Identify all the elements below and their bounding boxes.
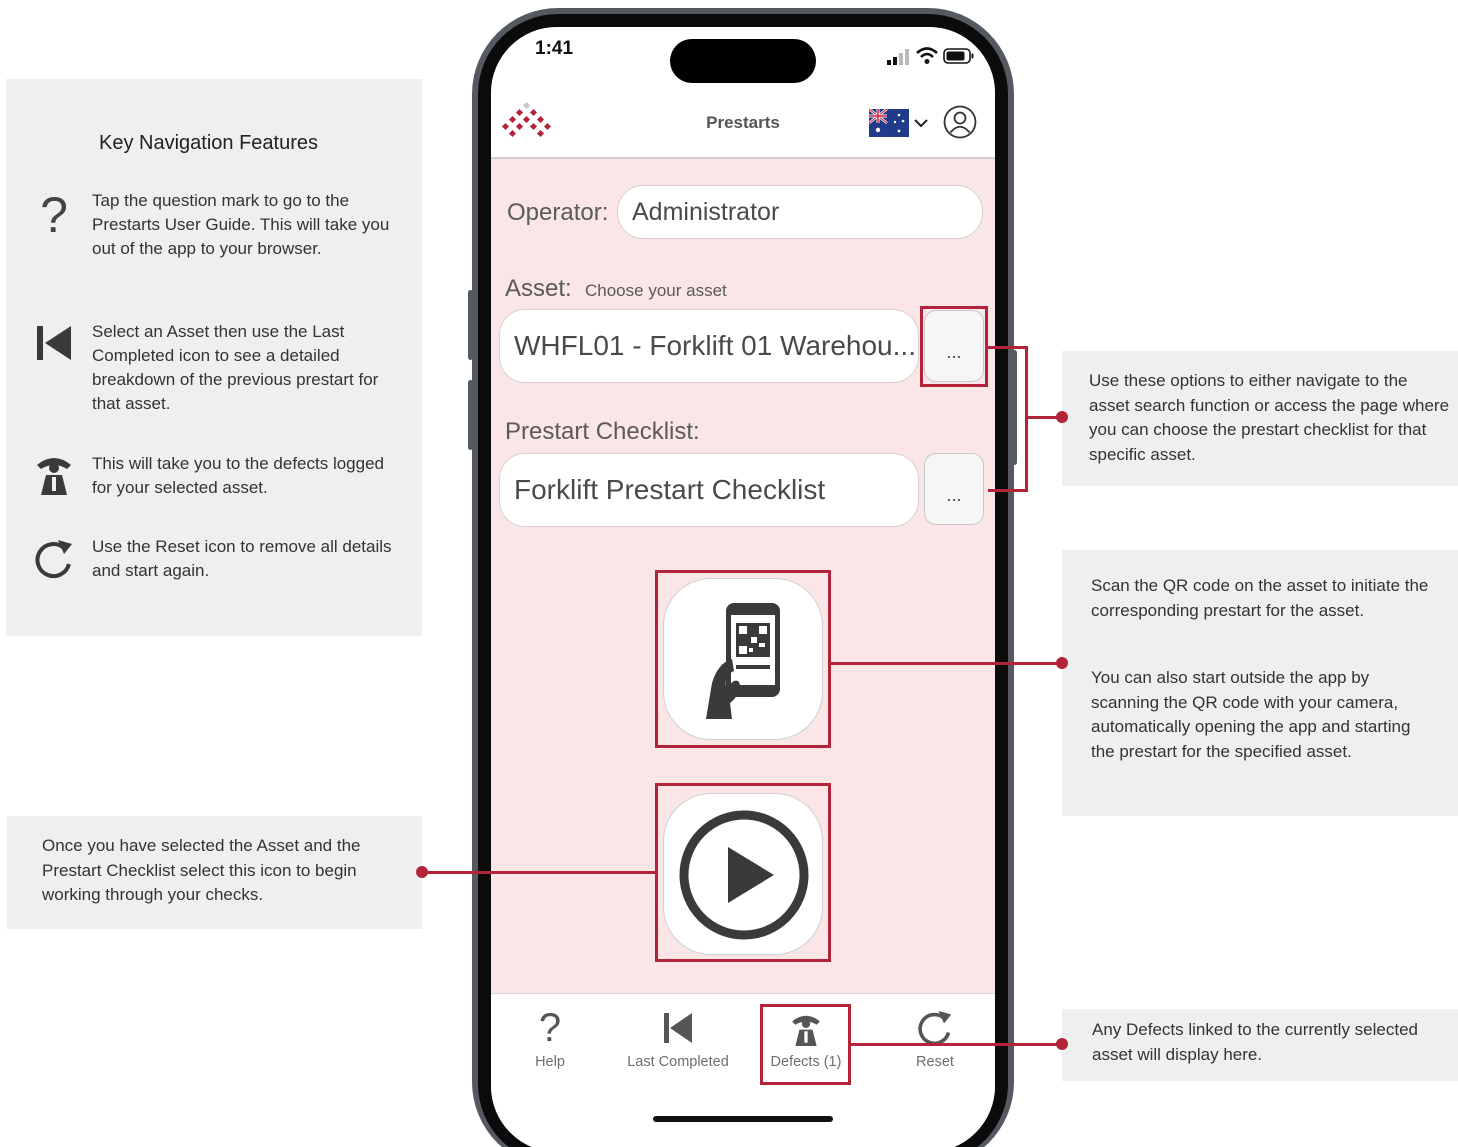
question-mark-icon: ? [40, 187, 68, 243]
qr-callout-text-2: You can also start outside the app by sc… [1091, 668, 1411, 761]
highlight-asset-button [920, 306, 988, 387]
qr-callout-panel: Scan the QR code on the asset to initiat… [1062, 550, 1458, 816]
battery-icon [943, 48, 974, 64]
asset-hint: Choose your asset [585, 281, 727, 300]
connector-dot [1056, 657, 1068, 669]
tab-reset-label: Reset [916, 1054, 954, 1070]
highlight-qr-button [655, 570, 831, 748]
signal-icon [887, 49, 909, 65]
tab-last-completed-label: Last Completed [627, 1054, 729, 1070]
operator-label: Operator: [507, 199, 609, 226]
dynamic-island [670, 39, 816, 83]
checklist-field[interactable]: Forklift Prestart Checklist [499, 453, 919, 527]
reset-icon [34, 537, 74, 581]
asset-value: WHFL01 - Forklift 01 Warehou... [514, 330, 916, 361]
feature-reset-text: Use the Reset icon to remove all details… [92, 537, 392, 580]
australia-flag-icon[interactable] [869, 109, 909, 137]
operator-value: Administrator [632, 197, 780, 226]
highlight-start-button [655, 783, 831, 962]
connector-dot [1056, 1038, 1068, 1050]
options-callout-panel: Use these options to either navigate to … [1062, 351, 1458, 486]
panel-title: Key Navigation Features [99, 132, 319, 154]
start-callout-text: Once you have selected the Asset and the… [42, 836, 361, 904]
feature-last-completed-text: Select an Asset then use the Last Comple… [92, 322, 379, 413]
defects-callout-text: Any Defects linked to the currently sele… [1092, 1020, 1418, 1064]
key-features-panel: Key Navigation Features ? Tap the questi… [6, 79, 422, 636]
feature-defects-text: This will take you to the defects logged… [92, 454, 384, 497]
qr-callout-text-1: Scan the QR code on the asset to initiat… [1091, 576, 1429, 620]
home-indicator [653, 1116, 833, 1122]
status-time: 1:41 [535, 38, 574, 59]
defects-callout-panel: Any Defects linked to the currently sele… [1062, 1009, 1458, 1081]
user-profile-icon[interactable] [943, 105, 977, 139]
question-mark-icon: ? [538, 1005, 562, 1050]
connector-dot [1056, 411, 1068, 423]
operator-field[interactable]: Administrator [617, 185, 983, 239]
defects-icon [34, 451, 74, 495]
connector-line [988, 346, 1028, 349]
wifi-icon [916, 47, 938, 64]
checklist-label: Prestart Checklist: [505, 418, 700, 445]
checklist-value: Forklift Prestart Checklist [514, 474, 826, 505]
connector-line [988, 489, 1028, 492]
highlight-defects-tab [760, 1004, 851, 1085]
tab-last-completed[interactable]: Last Completed [615, 994, 741, 1094]
skip-back-icon [34, 323, 74, 363]
skip-back-icon [615, 1008, 741, 1048]
start-callout-panel: Once you have selected the Asset and the… [7, 816, 422, 929]
chevron-down-icon[interactable] [913, 117, 929, 129]
options-callout-text: Use these options to either navigate to … [1089, 371, 1450, 464]
bottom-tab-bar: ? Help Last Completed Defects (1) Reset [491, 993, 995, 1147]
reset-icon [872, 1008, 995, 1048]
checklist-select-button[interactable]: ... [924, 453, 984, 525]
connector-line [422, 871, 656, 874]
tab-help-label: Help [535, 1054, 565, 1070]
feature-help-text: Tap the question mark to go to the Prest… [92, 191, 390, 258]
tab-help[interactable]: ? Help [491, 994, 613, 1094]
connector-dot [416, 866, 428, 878]
asset-field[interactable]: WHFL01 - Forklift 01 Warehou... [499, 309, 919, 383]
connector-line [1025, 346, 1028, 492]
connector-line [831, 662, 1063, 665]
connector-line [851, 1043, 1063, 1046]
status-bar: 1:41 [491, 27, 995, 87]
asset-label: Asset: [505, 275, 572, 302]
app-header: Prestarts [491, 87, 995, 159]
